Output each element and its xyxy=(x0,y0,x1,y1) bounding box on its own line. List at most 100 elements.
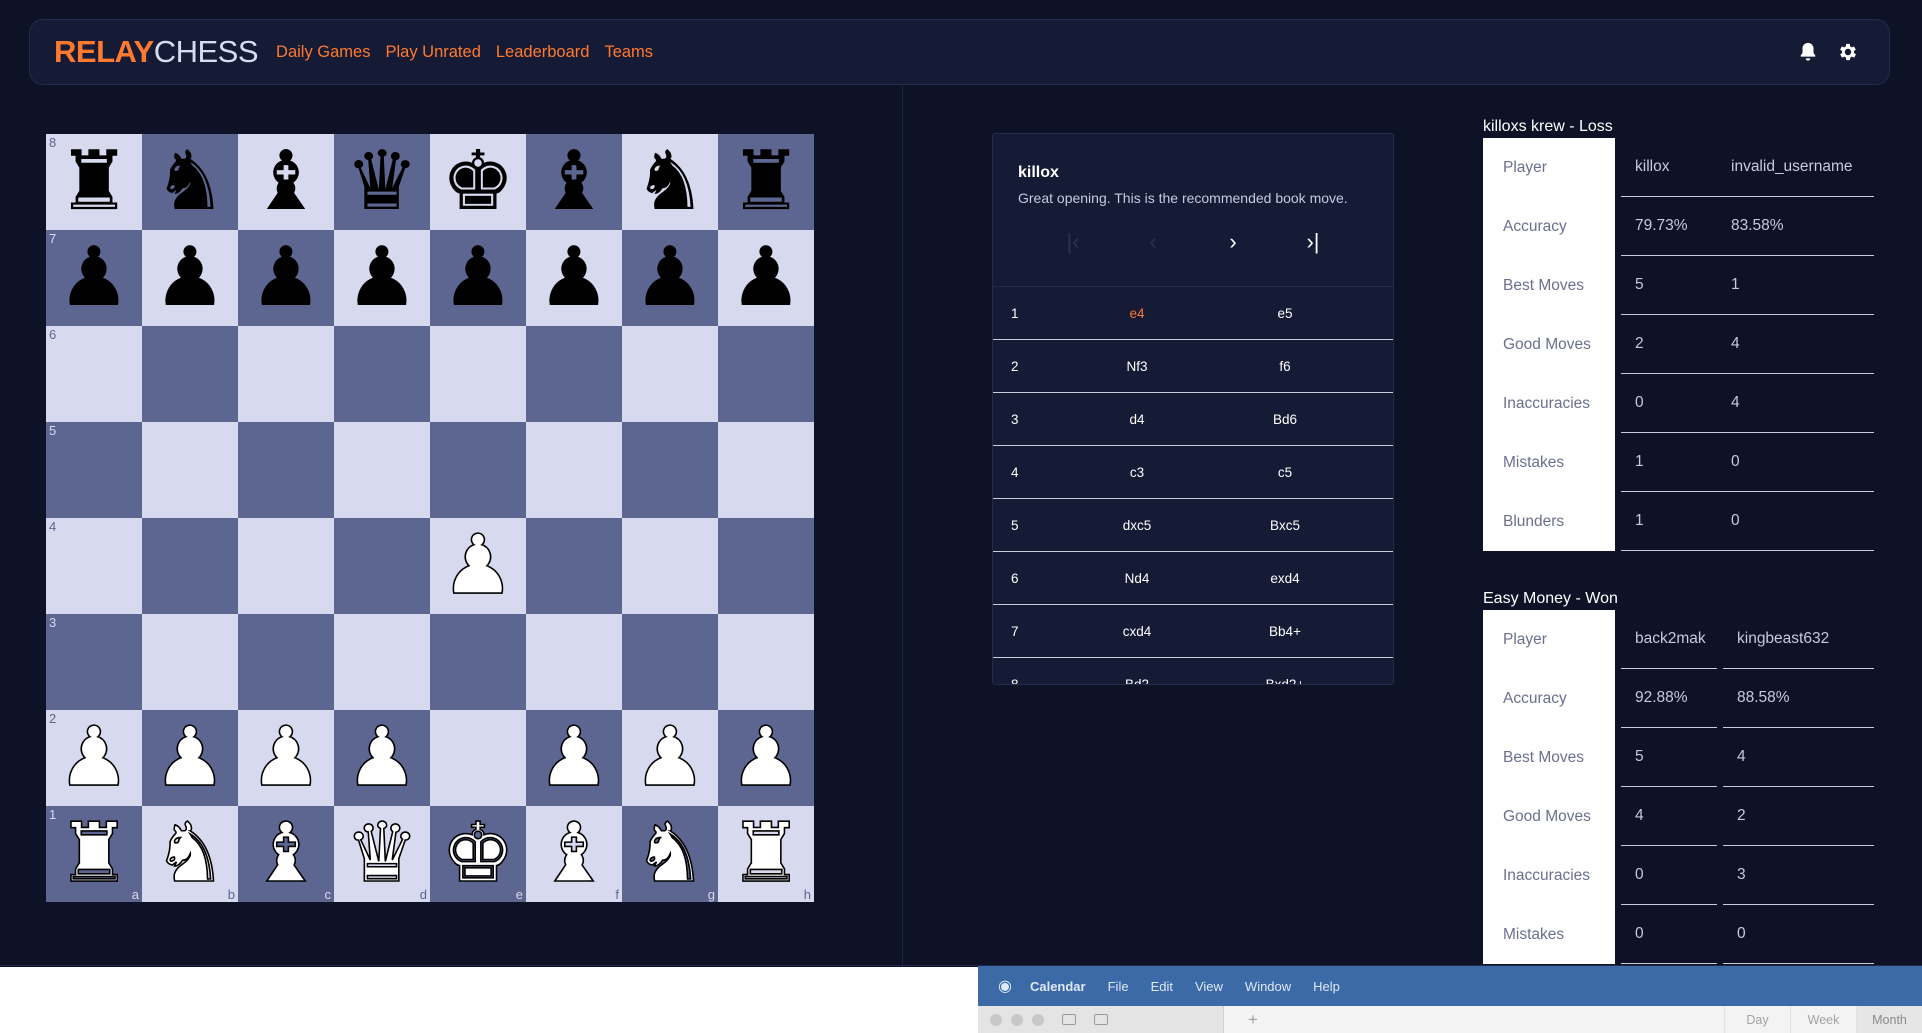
square-h6[interactable] xyxy=(718,326,814,422)
square-f5[interactable] xyxy=(526,422,622,518)
gear-icon[interactable] xyxy=(1837,41,1859,63)
white-pawn-icon[interactable]: ♟ xyxy=(152,716,227,800)
chess-board[interactable]: 8 ♜ ♞ ♝ ♛ ♚ ♝ ♞ ♜ 7 ♟ ♟ ♟ ♟ ♟ ♟ ♟ ♟ 6 5 4 ♟ 3 2 ♟ ♟ ♟ ♟ ♟ ♟ ♟ 1 a ♜ b ♞ c ♝ d ♛… xyxy=(46,134,814,902)
square-c2[interactable]: ♟ xyxy=(238,710,334,806)
square-c3[interactable] xyxy=(238,614,334,710)
black-move[interactable]: exd4 xyxy=(1211,571,1359,586)
square-d5[interactable] xyxy=(334,422,430,518)
square-a4[interactable]: 4 xyxy=(46,518,142,614)
square-b2[interactable]: ♟ xyxy=(142,710,238,806)
square-a8[interactable]: 8 ♜ xyxy=(46,134,142,230)
square-c6[interactable] xyxy=(238,326,334,422)
square-e4[interactable]: ♟ xyxy=(430,518,526,614)
white-move[interactable]: d4 xyxy=(1063,412,1211,427)
black-move[interactable]: Bxc5 xyxy=(1211,518,1359,533)
square-g2[interactable]: ♟ xyxy=(622,710,718,806)
black-pawn-icon[interactable]: ♟ xyxy=(537,237,611,319)
close-window-button[interactable] xyxy=(990,1013,1002,1026)
black-move[interactable]: e5 xyxy=(1211,306,1359,321)
white-pawn-icon[interactable]: ♟ xyxy=(632,716,707,800)
view-month-button[interactable]: Month xyxy=(1856,1006,1922,1033)
square-g6[interactable] xyxy=(622,326,718,422)
square-f8[interactable]: ♝ xyxy=(526,134,622,230)
square-g4[interactable] xyxy=(622,518,718,614)
black-pawn-icon[interactable]: ♟ xyxy=(57,237,131,319)
prev-move-button[interactable]: ‹ xyxy=(1113,228,1193,256)
square-d2[interactable]: ♟ xyxy=(334,710,430,806)
square-b1[interactable]: b ♞ xyxy=(142,806,238,902)
black-pawn-icon[interactable]: ♟ xyxy=(633,237,707,319)
relaychess-logo[interactable]: RELAY CHESS xyxy=(54,34,259,70)
white-king-icon[interactable]: ♚ xyxy=(440,812,515,896)
menu-window[interactable]: Window xyxy=(1245,979,1291,994)
black-pawn-icon[interactable]: ♟ xyxy=(249,237,323,319)
square-d1[interactable]: d ♛ xyxy=(334,806,430,902)
sidebar-icon[interactable] xyxy=(1062,1014,1076,1025)
menu-view[interactable]: View xyxy=(1195,979,1223,994)
square-h8[interactable]: ♜ xyxy=(718,134,814,230)
black-move[interactable]: Bd6 xyxy=(1211,412,1359,427)
square-e1[interactable]: e ♚ xyxy=(430,806,526,902)
white-rook-icon[interactable]: ♜ xyxy=(728,812,803,896)
square-b5[interactable] xyxy=(142,422,238,518)
last-move-button[interactable]: ›| xyxy=(1273,228,1353,256)
minimize-window-button[interactable] xyxy=(1011,1013,1023,1026)
square-h2[interactable]: ♟ xyxy=(718,710,814,806)
square-h1[interactable]: h ♜ xyxy=(718,806,814,902)
bell-icon[interactable] xyxy=(1797,41,1819,63)
square-b8[interactable]: ♞ xyxy=(142,134,238,230)
apple-icon[interactable]: ◉ xyxy=(998,976,1012,996)
white-bishop-icon[interactable]: ♝ xyxy=(248,812,323,896)
white-pawn-icon[interactable]: ♟ xyxy=(248,716,323,800)
square-b4[interactable] xyxy=(142,518,238,614)
white-move[interactable]: Nd4 xyxy=(1063,571,1211,586)
white-rook-icon[interactable]: ♜ xyxy=(56,812,131,896)
menu-calendar[interactable]: Calendar xyxy=(1030,979,1086,994)
square-g8[interactable]: ♞ xyxy=(622,134,718,230)
square-e3[interactable] xyxy=(430,614,526,710)
black-king-icon[interactable]: ♚ xyxy=(441,141,515,223)
square-e8[interactable]: ♚ xyxy=(430,134,526,230)
square-d8[interactable]: ♛ xyxy=(334,134,430,230)
square-c1[interactable]: c ♝ xyxy=(238,806,334,902)
square-a6[interactable]: 6 xyxy=(46,326,142,422)
square-c5[interactable] xyxy=(238,422,334,518)
menu-file[interactable]: File xyxy=(1108,979,1129,994)
white-pawn-icon[interactable]: ♟ xyxy=(440,524,515,608)
square-d4[interactable] xyxy=(334,518,430,614)
white-move[interactable]: Nf3 xyxy=(1063,359,1211,374)
black-rook-icon[interactable]: ♜ xyxy=(729,141,803,223)
square-a1[interactable]: 1 a ♜ xyxy=(46,806,142,902)
white-pawn-icon[interactable]: ♟ xyxy=(344,716,419,800)
black-knight-icon[interactable]: ♞ xyxy=(633,141,707,223)
menu-help[interactable]: Help xyxy=(1313,979,1340,994)
white-bishop-icon[interactable]: ♝ xyxy=(536,812,611,896)
white-move[interactable]: cxd4 xyxy=(1063,624,1211,639)
square-b7[interactable]: ♟ xyxy=(142,230,238,326)
square-e2[interactable] xyxy=(430,710,526,806)
white-knight-icon[interactable]: ♞ xyxy=(632,812,707,896)
white-queen-icon[interactable]: ♛ xyxy=(344,812,419,896)
square-h5[interactable] xyxy=(718,422,814,518)
square-h7[interactable]: ♟ xyxy=(718,230,814,326)
black-pawn-icon[interactable]: ♟ xyxy=(729,237,803,319)
nav-link-leaderboard[interactable]: Leaderboard xyxy=(496,43,590,62)
black-move[interactable]: f6 xyxy=(1211,359,1359,374)
square-g7[interactable]: ♟ xyxy=(622,230,718,326)
square-f4[interactable] xyxy=(526,518,622,614)
nav-link-daily-games[interactable]: Daily Games xyxy=(276,43,370,62)
white-pawn-icon[interactable]: ♟ xyxy=(536,716,611,800)
black-pawn-icon[interactable]: ♟ xyxy=(153,237,227,319)
square-b3[interactable] xyxy=(142,614,238,710)
black-move[interactable]: c5 xyxy=(1211,465,1359,480)
next-move-button[interactable]: › xyxy=(1193,228,1273,256)
square-d6[interactable] xyxy=(334,326,430,422)
square-e7[interactable]: ♟ xyxy=(430,230,526,326)
menu-edit[interactable]: Edit xyxy=(1151,979,1173,994)
square-a5[interactable]: 5 xyxy=(46,422,142,518)
nav-link-play-unrated[interactable]: Play Unrated xyxy=(385,43,480,62)
square-e6[interactable] xyxy=(430,326,526,422)
black-knight-icon[interactable]: ♞ xyxy=(153,141,227,223)
square-c4[interactable] xyxy=(238,518,334,614)
square-e5[interactable] xyxy=(430,422,526,518)
